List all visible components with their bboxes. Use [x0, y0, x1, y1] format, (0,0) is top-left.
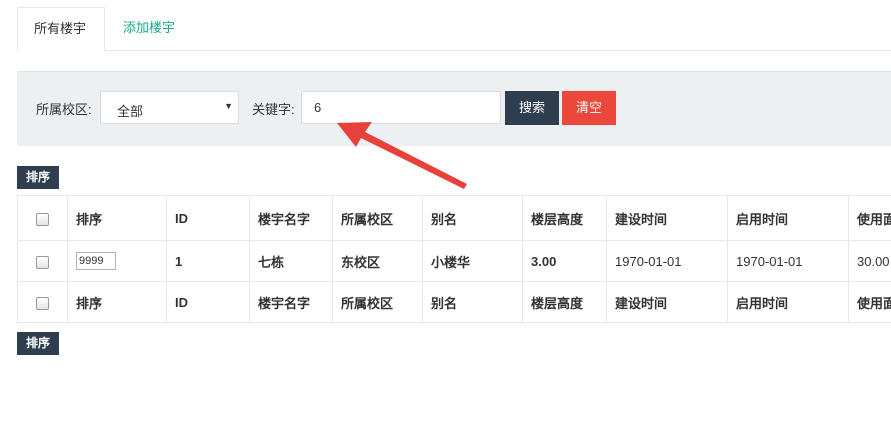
row-id: 1	[166, 240, 250, 282]
sort-button-top[interactable]: 排序	[17, 166, 59, 189]
column-footer-campus: 所属校区	[332, 281, 423, 323]
column-footer-id: ID	[166, 281, 250, 323]
search-panel: 所属校区: 全部 ▼ 关键字: 搜索 清空	[17, 71, 891, 146]
column-header-enable-date[interactable]: 启用时间	[727, 195, 849, 241]
tab-bar: 所有楼宇 添加楼宇	[17, 7, 891, 51]
buildings-table: 排序 ID 楼宇名字 所属校区 别名 楼层高度 建设时间 启用时间 使用面 1 …	[17, 195, 891, 323]
column-footer-alias: 别名	[422, 281, 523, 323]
table-row: 1 七栋 东校区 小楼华 3.00 1970-01-01 1970-01-01 …	[17, 240, 891, 282]
keyword-input[interactable]	[301, 91, 501, 124]
row-build-date: 1970-01-01	[606, 240, 728, 282]
column-header-build-date[interactable]: 建设时间	[606, 195, 728, 241]
column-header-area[interactable]: 使用面	[848, 195, 891, 241]
column-header-campus[interactable]: 所属校区	[332, 195, 423, 241]
column-header-id[interactable]: ID	[166, 195, 250, 241]
clear-button[interactable]: 清空	[562, 91, 616, 125]
table-footer-row: 排序 ID 楼宇名字 所属校区 别名 楼层高度 建设时间 启用时间 使用面	[17, 281, 891, 323]
select-all-checkbox[interactable]	[36, 212, 49, 226]
column-footer-area: 使用面	[848, 281, 891, 323]
row-sort-cell	[67, 240, 167, 282]
chevron-down-icon: ▼	[224, 101, 233, 111]
row-name: 七栋	[249, 240, 333, 282]
row-campus: 东校区	[332, 240, 423, 282]
column-header-floor-height[interactable]: 楼层高度	[522, 195, 607, 241]
column-header-name[interactable]: 楼宇名字	[249, 195, 333, 241]
column-footer-enable-date: 启用时间	[727, 281, 849, 323]
page: 所有楼宇 添加楼宇 所属校区: 全部 ▼ 关键字: 搜索 清空 排序	[0, 0, 891, 440]
column-footer-floor-height: 楼层高度	[522, 281, 607, 323]
campus-label: 所属校区:	[36, 102, 92, 117]
keyword-label: 关键字:	[252, 102, 295, 117]
sort-button-bottom[interactable]: 排序	[17, 332, 59, 355]
select-all-cell	[17, 195, 68, 241]
column-footer-build-date: 建设时间	[606, 281, 728, 323]
row-enable-date: 1970-01-01	[727, 240, 849, 282]
select-all-checkbox-bottom[interactable]	[36, 296, 49, 310]
row-checkbox[interactable]	[36, 255, 49, 269]
row-floor-height: 3.00	[522, 240, 607, 282]
column-header-alias[interactable]: 别名	[422, 195, 523, 241]
row-alias: 小楼华	[422, 240, 523, 282]
row-sort-input[interactable]	[76, 252, 116, 270]
tab-all-buildings[interactable]: 所有楼宇	[17, 7, 105, 51]
table-header-row: 排序 ID 楼宇名字 所属校区 别名 楼层高度 建设时间 启用时间 使用面	[17, 195, 891, 241]
campus-select[interactable]: 全部 ▼	[100, 91, 239, 124]
column-header-sort[interactable]: 排序	[67, 195, 167, 241]
select-all-cell-bottom	[17, 281, 68, 323]
search-button[interactable]: 搜索	[505, 91, 559, 125]
row-select-cell	[17, 240, 68, 282]
column-footer-sort: 排序	[67, 281, 167, 323]
column-footer-name: 楼宇名字	[249, 281, 333, 323]
row-area: 30.00	[848, 240, 891, 282]
campus-select-value: 全部	[117, 104, 144, 119]
tab-add-building[interactable]: 添加楼宇	[107, 7, 191, 49]
